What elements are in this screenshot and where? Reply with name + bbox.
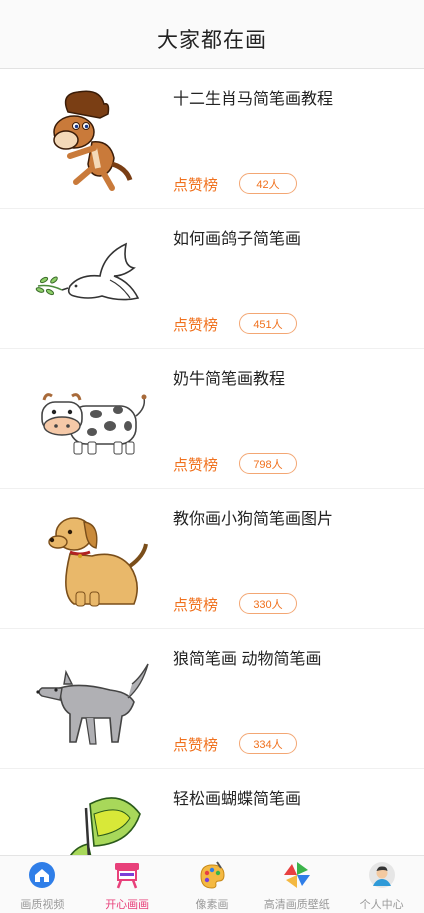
tab-profile[interactable]: 个人中心 <box>339 856 424 913</box>
item-title[interactable]: 奶牛简笔画教程 <box>173 365 285 389</box>
list-item[interactable]: 十二生肖马简笔画教程 点赞榜 42人 <box>0 69 424 209</box>
tab-label: 像素画 <box>195 899 229 911</box>
pinwheel-icon <box>282 860 312 890</box>
tab-label: 高清画质壁纸 <box>263 899 330 911</box>
like-count-badge: 330人 <box>239 593 297 614</box>
like-count-badge: 798人 <box>239 453 297 474</box>
item-title[interactable]: 教你画小狗简笔画图片 <box>173 505 333 529</box>
butterfly-drawing-image <box>20 783 160 855</box>
list-item[interactable]: 教你画小狗简笔画图片 点赞榜 330人 <box>0 489 424 629</box>
tab-video[interactable]: 画质视频 <box>0 856 85 913</box>
bottom-tab-bar: 画质视频 开心画画 像素画 高清画质壁纸 个人中心 <box>0 855 424 913</box>
item-title[interactable]: 如何画鸽子简笔画 <box>173 225 301 249</box>
rank-label: 点赞榜 <box>173 457 219 474</box>
like-count-badge: 451人 <box>239 313 297 334</box>
home-icon <box>27 860 57 890</box>
list-item[interactable]: 轻松画蝴蝶简笔画 <box>0 769 424 855</box>
rank-label: 点赞榜 <box>173 317 219 334</box>
page-title: 大家都在画 <box>157 29 267 52</box>
tab-pixel-art[interactable]: 像素画 <box>170 856 255 913</box>
rank-label: 点赞榜 <box>173 177 219 194</box>
like-count-badge: 334人 <box>239 733 297 754</box>
item-title[interactable]: 轻松画蝴蝶简笔画 <box>173 785 301 809</box>
user-avatar-icon <box>367 860 397 890</box>
like-count-badge: 42人 <box>239 173 297 194</box>
tab-wallpaper[interactable]: 高清画质壁纸 <box>254 856 339 913</box>
tab-label: 画质视频 <box>20 899 65 911</box>
item-title[interactable]: 狼简笔画 动物简笔画 <box>173 645 321 669</box>
easel-icon <box>112 860 142 890</box>
horse-drawing-image <box>20 83 160 195</box>
drawing-list[interactable]: 十二生肖马简笔画教程 点赞榜 42人 如何画鸽子简笔画 点赞榜 451人 奶牛简… <box>0 69 424 855</box>
tab-drawing[interactable]: 开心画画 <box>85 856 170 913</box>
list-item[interactable]: 如何画鸽子简笔画 点赞榜 451人 <box>0 209 424 349</box>
item-title[interactable]: 十二生肖马简笔画教程 <box>173 85 333 109</box>
wolf-drawing-image <box>20 643 160 755</box>
tab-label: 开心画画 <box>105 899 150 911</box>
dove-drawing-image <box>20 223 160 335</box>
dog-drawing-image <box>20 503 160 615</box>
cow-drawing-image <box>20 363 160 475</box>
palette-icon <box>197 860 227 890</box>
header-bar: 大家都在画 <box>0 0 424 69</box>
tab-label: 个人中心 <box>359 899 404 911</box>
list-item[interactable]: 狼简笔画 动物简笔画 点赞榜 334人 <box>0 629 424 769</box>
rank-label: 点赞榜 <box>173 597 219 614</box>
rank-label: 点赞榜 <box>173 737 219 754</box>
list-item[interactable]: 奶牛简笔画教程 点赞榜 798人 <box>0 349 424 489</box>
